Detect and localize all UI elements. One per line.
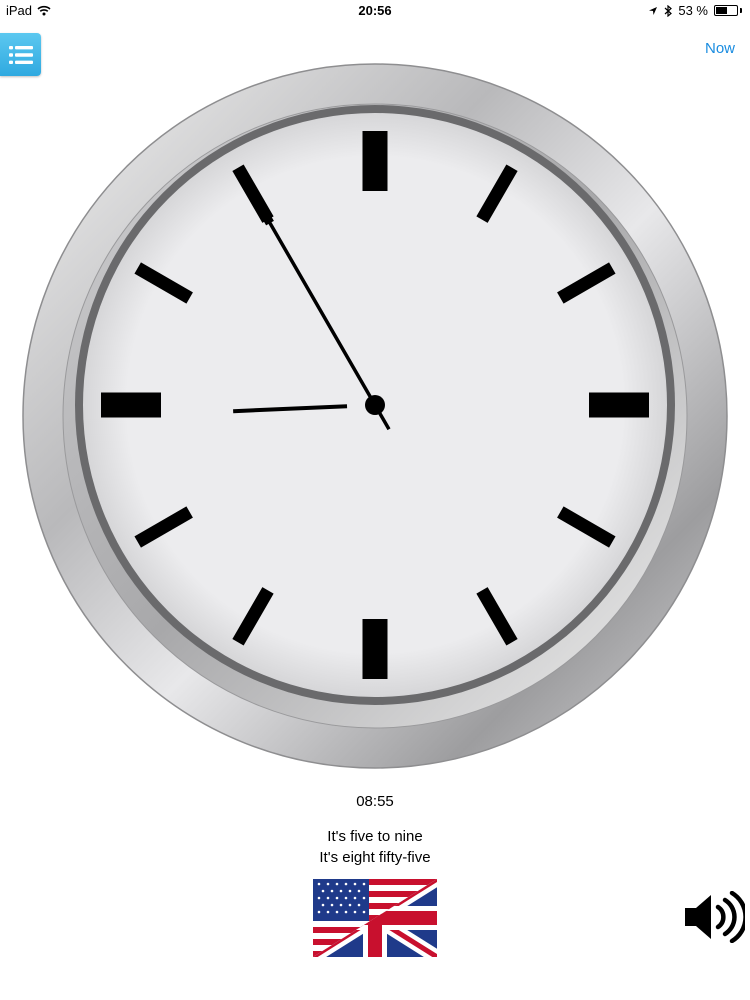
bluetooth-icon xyxy=(664,4,673,17)
status-time: 20:56 xyxy=(358,3,392,18)
time-phrase-british: It's five to nine xyxy=(327,828,423,845)
hour-tick xyxy=(362,131,388,191)
status-bar: iPad 20:56 53 % xyxy=(0,0,750,22)
center-pin xyxy=(365,395,385,415)
hour-tick xyxy=(101,392,161,418)
hour-tick xyxy=(589,392,649,418)
battery-percent: 53 % xyxy=(678,3,708,18)
analog-clock xyxy=(13,52,743,782)
battery-level xyxy=(716,7,727,14)
sound-button[interactable] xyxy=(683,890,748,944)
status-right: 53 % xyxy=(648,3,742,18)
us-uk-flag-icon xyxy=(313,879,437,957)
battery-tip xyxy=(740,8,742,13)
battery-icon xyxy=(714,5,738,16)
hour-tick xyxy=(362,619,388,679)
digital-time: 08:55 xyxy=(356,793,394,810)
clock-face xyxy=(22,63,728,769)
time-phrase-american: It's eight fifty-five xyxy=(319,849,431,866)
location-icon xyxy=(649,6,658,15)
language-flag-button[interactable] xyxy=(313,879,437,957)
speaker-icon xyxy=(685,890,748,944)
